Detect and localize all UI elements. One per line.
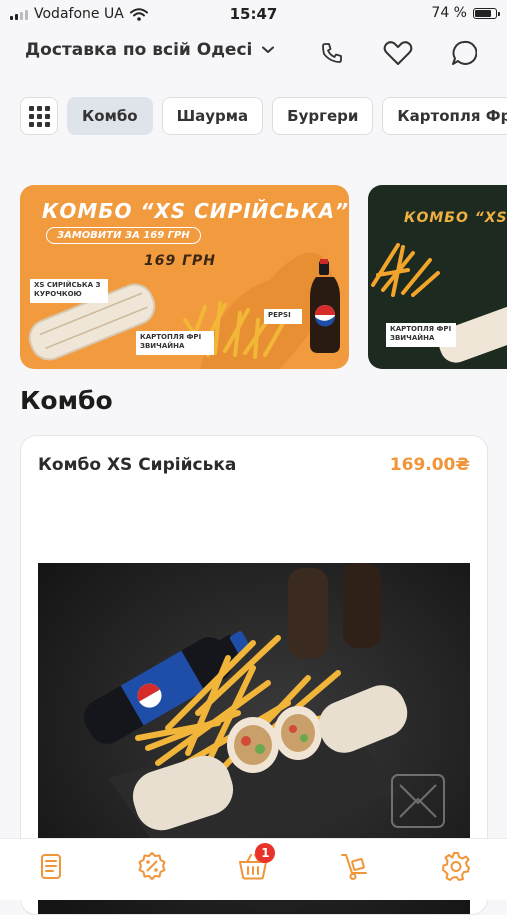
- category-chip-fries[interactable]: Картопля Фрі: [382, 97, 507, 135]
- battery-icon: [473, 7, 500, 19]
- favorites-button[interactable]: [377, 36, 419, 70]
- battery-percent: 74 %: [431, 5, 467, 21]
- cart-count-badge: 1: [255, 843, 276, 863]
- banner-item-label-fries: КАРТОПЛЯ ФРІ ЗВИЧАЙНА: [386, 323, 456, 347]
- promo-banner-combo-xs-dark[interactable]: КОМБО “XS КАРТОПЛЯ ФРІ ЗВИЧАЙНА: [368, 185, 507, 369]
- app-header: Доставка по всій Одесі: [0, 30, 507, 76]
- status-right: 74 %: [431, 5, 500, 21]
- delivery-icon: [340, 854, 367, 880]
- banner-order-text: ЗАМОВИТИ ЗА 169 ГРН: [46, 227, 201, 244]
- product-name: Комбо XS Сирійська: [38, 455, 237, 475]
- banner-item-name: КАРТОПЛЯ ФРІ ЗВИЧАЙНА: [390, 325, 452, 342]
- nav-delivery[interactable]: [333, 849, 377, 883]
- banner-item-label-fries: КАРТОПЛЯ ФРІ ЗВИЧАЙНА: [136, 331, 214, 355]
- banner-item-label-pepsi: PEPSI: [264, 309, 302, 324]
- chat-icon: [452, 40, 477, 65]
- banner-title: КОМБО “XS: [404, 210, 507, 226]
- heart-icon: [383, 41, 413, 65]
- chat-button[interactable]: [443, 36, 485, 70]
- nav-settings[interactable]: [434, 849, 478, 883]
- discount-icon: [138, 852, 166, 880]
- menu-icon: [40, 854, 61, 879]
- grid-icon: [28, 105, 50, 127]
- nav-discounts[interactable]: [130, 849, 174, 883]
- product-price: 169.00₴: [389, 455, 470, 475]
- banner-item-label-shawarma: XS СИРІЙСЬКА З КУРОЧКОЮ: [30, 279, 108, 303]
- section-title: Комбо: [20, 386, 113, 415]
- category-chip-shawarma[interactable]: Шаурма: [161, 97, 264, 135]
- bottom-navigation: 1: [0, 838, 507, 900]
- status-bar: Vodafone UA 15:47 74 %: [0, 0, 507, 28]
- delivery-label: Доставка по всій Одесі: [25, 40, 253, 60]
- all-categories-button[interactable]: [20, 97, 58, 135]
- phone-icon: [322, 43, 342, 63]
- banner-item-name: КАРТОПЛЯ ФРІ ЗВИЧАЙНА: [140, 333, 202, 350]
- banner-item-name: PEPSI: [268, 311, 291, 319]
- call-button[interactable]: [311, 36, 353, 70]
- banner-title: КОМБО “XS СИРІЙСЬКА”: [42, 199, 349, 223]
- header-actions: [311, 36, 485, 70]
- category-chip-combo[interactable]: Комбо: [67, 97, 153, 135]
- delivery-area-selector[interactable]: Доставка по всій Одесі: [25, 40, 275, 60]
- promo-banner-combo-xs[interactable]: КОМБО “XS СИРІЙСЬКА” ЗАМОВИТИ ЗА 169 ГРН…: [20, 185, 349, 369]
- category-bar: Комбо Шаурма Бургери Картопля Фрі: [20, 97, 507, 135]
- chevron-down-icon: [262, 46, 275, 53]
- banner-item-name: XS СИРІЙСЬКА З КУРОЧКОЮ: [34, 281, 101, 298]
- banner-price: 169 ГРН: [144, 253, 216, 269]
- nav-cart[interactable]: 1: [231, 843, 276, 883]
- settings-icon: [442, 852, 471, 881]
- category-chip-burgers[interactable]: Бургери: [272, 97, 374, 135]
- nav-menu[interactable]: [29, 849, 73, 883]
